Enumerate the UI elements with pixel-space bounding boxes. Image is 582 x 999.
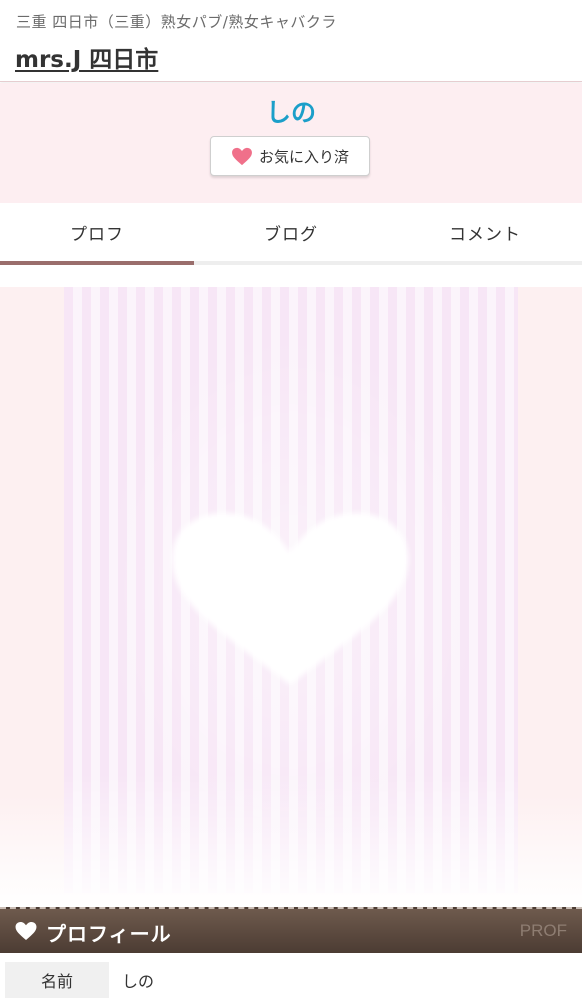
favorite-button[interactable]: お気に入り済 [210,136,370,176]
shop-name-link[interactable]: mrs.J 四日市 [15,40,158,74]
profile-tabs: プロフ ブログ コメント [0,203,582,265]
profile-row-value: しの [122,972,155,991]
heart-icon [14,921,38,945]
profile-row: 名前 しの [0,960,582,999]
section-title: プロフィール [46,922,172,946]
cast-header: しの お気に入り済 [0,83,582,203]
tab-profile[interactable]: プロフ [0,203,194,265]
tab-blog[interactable]: ブログ [194,203,388,261]
site-header: 三重 四日市（三重）熟女パブ/熟女キャバクラ mrs.J 四日市 [0,0,582,82]
favorite-button-label: お気に入り済 [258,147,349,166]
tab-comment[interactable]: コメント [388,203,582,261]
section-title-en: PROF [519,921,567,940]
heart-icon [231,147,253,166]
cast-photo[interactable] [64,287,518,893]
photo-fade [64,773,518,893]
profile-section-header: プロフィール PROF [0,907,582,953]
profile-row-label: 名前 [5,962,109,998]
cast-name: しの [265,98,316,127]
photo-area [0,287,582,907]
breadcrumb[interactable]: 三重 四日市（三重）熟女パブ/熟女キャバクラ [16,11,337,32]
photo-heart-icon [172,513,408,685]
